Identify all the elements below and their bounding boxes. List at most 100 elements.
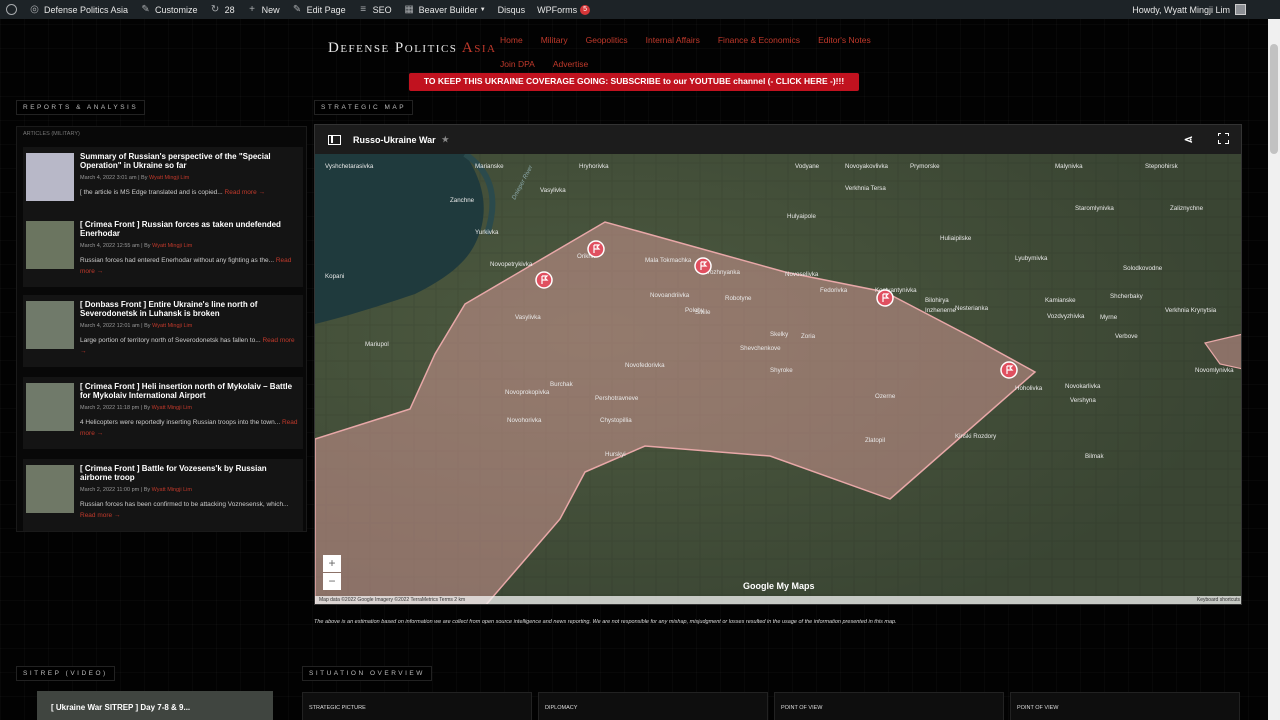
marker-polohy[interactable] [876,289,894,307]
dashboard-icon: ◎ [30,4,39,15]
place-label: Verkhnia Tersa [845,185,886,192]
place-label: Novofedorivka [625,362,665,369]
article-thumbnail[interactable] [26,465,74,513]
article-item[interactable]: [ Crimea Front ] Battle for Vozesens'k b… [23,459,303,531]
place-label: Zoria [801,333,816,340]
nav-geopolitics[interactable]: Geopolitics [586,28,628,52]
article-meta: March 4, 2022 12:01 am | By Wyatt Mingji… [80,323,193,329]
article-item[interactable]: [ Donbass Front ] Entire Ukraine's line … [23,295,303,367]
article-item[interactable]: Summary of Russian's perspective of the … [23,147,303,219]
map-header: Russo-Ukraine War ★ ⋖ [315,125,1241,154]
place-label: Shcherbaky [1110,293,1144,300]
marker-mala-tokmachka[interactable] [694,257,712,275]
updates-link[interactable]: ↻ 28 [204,0,241,19]
wpforms-link[interactable]: WPForms 5 [531,0,596,19]
article-thumbnail[interactable] [26,221,74,269]
overview-card-diplomacy[interactable]: Diplomacy [538,692,768,720]
nav-military[interactable]: Military [541,28,568,52]
map-canvas[interactable]: Vyshchetarasivka Marianske Hryhorivka Vasyl… [315,154,1242,605]
sidebar-toggle-icon[interactable] [328,134,341,145]
article-meta: March 2, 2022 11:18 pm | By Wyatt Mingji… [80,405,192,411]
read-more-link[interactable]: Read more → [225,189,265,196]
place-label: Solodkovodne [1123,265,1163,272]
article-title[interactable]: [ Crimea Front ] Russian forces as taken… [80,220,298,238]
star-icon[interactable]: ★ [442,135,449,144]
articles-category: Articles (Military) [23,131,80,137]
place-label: Bilmak [1085,453,1104,460]
map-disclaimer: The above is an estimation based on info… [314,619,897,625]
article-title[interactable]: [ Crimea Front ] Battle for Vozesens'k b… [80,464,298,482]
site-name-link[interactable]: ◎ Defense Politics Asia [23,0,134,19]
zoom-in-button[interactable]: + [323,555,341,572]
place-label: Kinski Rozdory [955,433,997,440]
author-link[interactable]: Wyatt Mingji Lim [149,175,189,181]
place-label: Vodyane [795,163,820,170]
article-excerpt: Russian forces has been confirmed to be … [80,501,289,519]
admin-bar: ◎ Defense Politics Asia ✎ Customize ↻ 28 + N… [0,0,1280,19]
disqus-link[interactable]: Disqus [492,0,532,19]
place-label: Mala Tokmachka [645,257,692,264]
place-label: Robotyne [725,295,752,302]
place-label: Zanchne [450,197,475,204]
scrollbar-thumb[interactable] [1270,44,1278,154]
place-label: Myrne [1100,314,1118,321]
author-link[interactable]: Wyatt Mingji Lim [152,243,192,249]
zoom-out-button[interactable]: − [323,573,341,590]
article-title[interactable]: [ Crimea Front ] Heli insertion north of… [80,382,298,400]
overview-card-strategic[interactable]: Strategic Picture [302,692,532,720]
subscribe-banner[interactable]: TO KEEP THIS UKRAINE COVERAGE GOING: SUB… [409,73,859,91]
article-thumbnail[interactable] [26,383,74,431]
wordpress-logo-button[interactable] [0,0,23,19]
author-link[interactable]: Wyatt Mingji Lim [152,323,192,329]
notification-badge: 5 [580,4,591,15]
article-excerpt: 4 Helicopters were reportedly inserting … [80,419,298,437]
place-label: Vasylivka [540,187,566,194]
share-icon[interactable]: ⋖ [1184,133,1193,146]
site-logo[interactable]: Defense Politics Asia [328,40,496,57]
place-label: Bilohirya [925,297,949,304]
place-label: Shevchenkove [740,345,781,352]
place-label: Vershyna [1070,397,1096,404]
overview-card-pov-1[interactable]: Point of View [774,692,1004,720]
customize-link[interactable]: ✎ Customize [134,0,204,19]
read-more-link[interactable]: Read more → [80,512,120,519]
article-item[interactable]: [ Crimea Front ] Russian forces as taken… [23,215,303,287]
place-label: Burchak [550,381,574,388]
seo-link[interactable]: ≡ SEO [352,0,398,19]
section-title-strategic-map: Strategic Map [314,100,414,115]
new-content-link[interactable]: + New [241,0,286,19]
place-label: Kamianske [1045,297,1076,304]
place-label: Zaliznychne [1170,205,1204,212]
place-label: Pershotravneve [595,395,639,402]
author-link[interactable]: Wyatt Mingji Lim [152,405,192,411]
author-link[interactable]: Wyatt Mingji Lim [152,487,192,493]
article-item[interactable]: [ Crimea Front ] Heli insertion north of… [23,377,303,449]
beaver-builder-link[interactable]: ▦ Beaver Builder ▼ [398,0,492,19]
place-label: Hurskyi [605,451,626,458]
page-scrollbar[interactable] [1268,19,1280,720]
grid-icon: ▦ [404,4,414,15]
nav-editors-notes[interactable]: Editor's Notes [818,28,871,52]
marker-kamianske[interactable] [535,271,553,289]
nav-finance-economics[interactable]: Finance & Economics [718,28,800,52]
place-label: Prymorske [910,163,940,170]
keyboard-shortcuts-link[interactable]: Keyboard shortcuts [1197,596,1240,604]
strategic-map[interactable]: Russo-Ukraine War ★ ⋖ Vyshchetarasivka Ma… [314,124,1242,605]
nav-internal-affairs[interactable]: Internal Affairs [646,28,700,52]
article-title[interactable]: [ Donbass Front ] Entire Ukraine's line … [80,300,298,318]
edit-page-link[interactable]: ✎ Edit Page [286,0,352,19]
article-meta: March 2, 2022 11:00 pm | By Wyatt Mingji… [80,487,192,493]
overview-card-pov-2[interactable]: Point of View [1010,692,1240,720]
marker-shcherbaky[interactable] [587,240,605,258]
article-thumbnail[interactable] [26,301,74,349]
nav-home[interactable]: Home [500,28,523,52]
fullscreen-icon[interactable] [1217,132,1229,144]
place-label: Stepnohirsk [1145,163,1179,170]
sitrep-video-thumbnail[interactable]: [ Ukraine War SITREP ] Day 7-8 & 9... [37,691,273,720]
article-thumbnail[interactable] [26,153,74,201]
account-menu[interactable]: Howdy, Wyatt Mingji Lim [1132,4,1280,15]
article-title[interactable]: Summary of Russian's perspective of the … [80,152,298,170]
article-excerpt: Russian forces had entered Enerhodar wit… [80,257,292,275]
place-label: Novoandriivka [650,292,690,299]
marker-hurskyi[interactable] [1000,361,1018,379]
